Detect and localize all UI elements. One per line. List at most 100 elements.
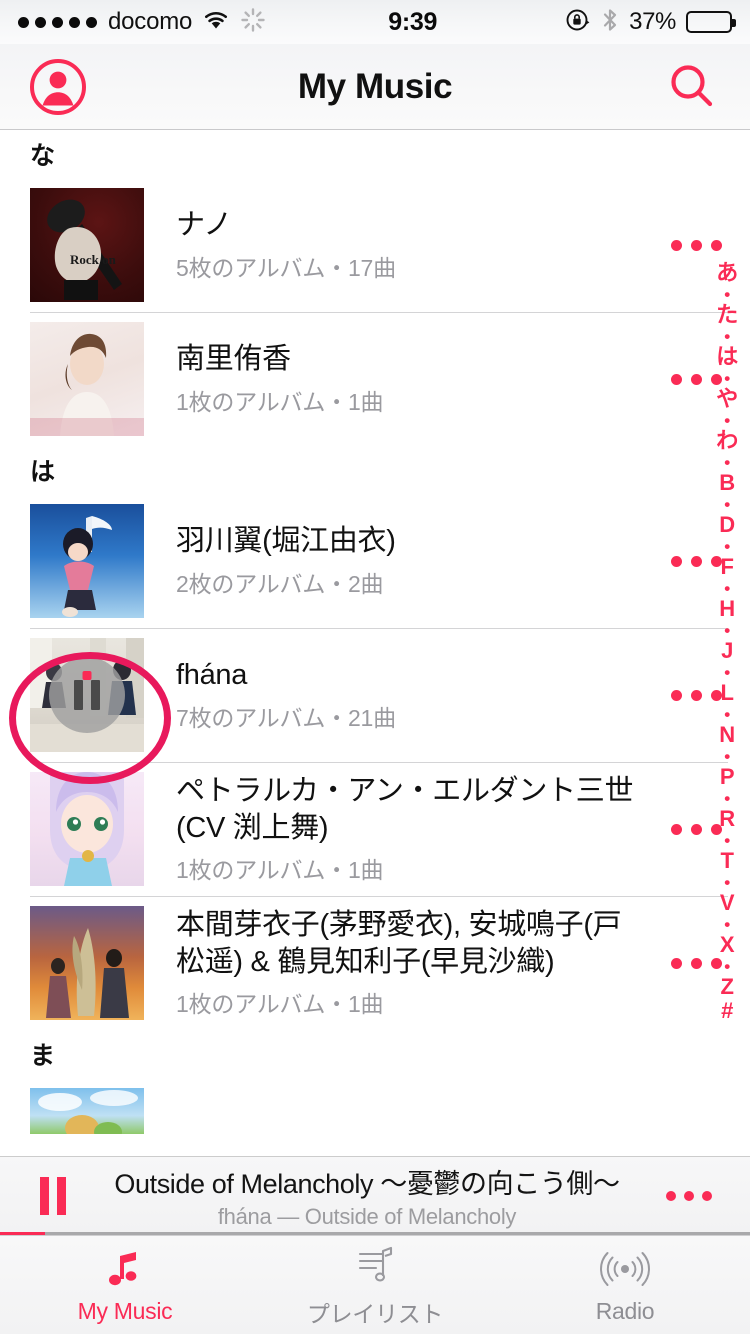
tab-label: My Music	[77, 1298, 173, 1324]
bluetooth-icon	[601, 7, 619, 38]
index-entry[interactable]: •	[724, 790, 730, 807]
section-header-ma: ま	[30, 1042, 56, 1070]
tab-my-music[interactable]: My Music	[0, 1236, 250, 1334]
index-entry[interactable]: •	[724, 874, 730, 891]
index-entry[interactable]: D	[719, 514, 735, 536]
list-item[interactable]: 本間芽衣子(茅野愛衣), 安城鳴子(戸松遥) & 鶴見知利子(早見沙織) 1枚の…	[0, 896, 750, 1030]
navigation-bar: My Music	[0, 44, 750, 130]
radio-broadcast-icon	[599, 1245, 651, 1291]
index-entry[interactable]: た	[716, 304, 738, 326]
rotation-lock-icon	[565, 7, 591, 38]
artist-name: ナノ	[176, 209, 232, 242]
artist-detail: 7枚のアルバム・21曲	[176, 704, 396, 731]
index-entry[interactable]: •	[724, 328, 730, 345]
index-entry[interactable]: •	[724, 454, 730, 471]
section-header-na: な	[30, 142, 56, 170]
index-entry[interactable]: L	[721, 682, 734, 704]
now-playing-title: Outside of Melancholy 〜憂鬱の向こう側〜	[114, 1169, 620, 1199]
index-entry[interactable]: F	[721, 556, 734, 578]
index-entry[interactable]: •	[724, 916, 730, 933]
list-item-now-playing[interactable]: fhána 7枚のアルバム・21曲	[0, 628, 750, 762]
tab-bar: My Music プレイリスト Radio	[0, 1235, 750, 1334]
index-entry[interactable]: H	[719, 598, 735, 620]
album-artwork	[30, 638, 144, 752]
index-entry[interactable]: J	[721, 640, 733, 662]
status-bar-clock: 9:39	[388, 7, 438, 36]
artist-name: 本間芽衣子(茅野愛衣), 安城鳴子(戸松遥) & 鶴見知利子(早見沙織)	[176, 909, 622, 978]
signal-strength-icon	[18, 16, 97, 28]
index-entry[interactable]: N	[719, 724, 735, 746]
index-entry[interactable]: は	[716, 346, 738, 368]
index-entry[interactable]: あ	[716, 262, 738, 284]
list-item-text: fhána 7枚のアルバム・21曲	[144, 657, 658, 732]
index-entry[interactable]: •	[724, 748, 730, 765]
pause-icon[interactable]	[26, 1177, 80, 1215]
playback-progress-bar[interactable]	[0, 1232, 750, 1235]
artist-detail: 2枚のアルバム・2曲	[176, 570, 384, 597]
list-item[interactable]	[0, 1078, 750, 1134]
tab-playlist[interactable]: プレイリスト	[250, 1236, 500, 1334]
search-icon[interactable]	[660, 55, 724, 119]
battery-percent-label: 37%	[629, 8, 676, 35]
index-entry[interactable]: •	[724, 622, 730, 639]
list-item[interactable]: ペトラルカ・アン・エルダント三世 (CV 渕上舞) 1枚のアルバム・1曲	[0, 762, 750, 896]
list-item[interactable]: 羽川翼(堀江由衣) 2枚のアルバム・2曲	[0, 494, 750, 628]
svg-text:Rock on: Rock on	[70, 252, 117, 267]
index-entry[interactable]: •	[724, 496, 730, 513]
index-entry[interactable]: •	[724, 832, 730, 849]
index-entry[interactable]: •	[724, 664, 730, 681]
list-item-text: 南里侑香 1枚のアルバム・1曲	[144, 341, 658, 416]
now-playing-pause-icon[interactable]	[49, 657, 125, 733]
profile-avatar-icon[interactable]	[26, 55, 90, 119]
index-entry[interactable]: X	[720, 934, 735, 956]
index-entry[interactable]: P	[720, 766, 735, 788]
index-entry[interactable]: わ	[716, 430, 738, 452]
status-bar: docomo 9:39 37%	[0, 0, 750, 44]
artist-name: ペトラルカ・アン・エルダント三世 (CV 渕上舞)	[176, 775, 634, 844]
index-entry[interactable]: •	[724, 538, 730, 555]
artist-name: 羽川翼(堀江由衣)	[176, 525, 396, 558]
artist-detail: 1枚のアルバム・1曲	[176, 388, 384, 415]
album-artwork	[30, 322, 144, 436]
list-item[interactable]: Rock on ナノ 5枚のアルバム・17曲	[0, 178, 750, 312]
artist-detail: 5枚のアルバム・17曲	[176, 254, 396, 281]
album-artwork	[30, 772, 144, 886]
section-header-ha: は	[30, 458, 56, 486]
index-entry[interactable]: #	[721, 999, 733, 1022]
now-playing-subtitle: fhána — Outside of Melancholy	[217, 1204, 517, 1229]
artist-list[interactable]: な Rock on ナノ 5枚のアルバム・17曲 南里侑香 1枚のアルバム・1曲…	[0, 130, 750, 1155]
index-entry[interactable]: Z	[721, 976, 734, 998]
index-entry[interactable]: や	[716, 388, 738, 410]
list-item[interactable]: 南里侑香 1枚のアルバム・1曲	[0, 312, 750, 446]
album-artwork	[30, 504, 144, 618]
album-artwork: Rock on	[30, 188, 144, 302]
index-entry[interactable]: •	[724, 706, 730, 723]
artist-name: fhána	[176, 659, 248, 692]
list-item-text: 本間芽衣子(茅野愛衣), 安城鳴子(戸松遥) & 鶴見知利子(早見沙織) 1枚の…	[144, 907, 658, 1019]
tab-radio[interactable]: Radio	[500, 1236, 750, 1334]
index-entry[interactable]: R	[719, 808, 735, 830]
index-entry[interactable]: •	[724, 580, 730, 597]
index-entry[interactable]: B	[719, 472, 735, 494]
index-entry[interactable]: •	[724, 370, 730, 387]
index-entry[interactable]: •	[724, 958, 730, 975]
mini-player[interactable]: Outside of Melancholy 〜憂鬱の向こう側〜 fhána — …	[0, 1156, 750, 1235]
tab-label: プレイリスト	[306, 1300, 444, 1327]
index-entry[interactable]: T	[721, 850, 734, 872]
tab-label: Radio	[595, 1298, 655, 1324]
more-options-ellipsis-icon[interactable]	[654, 1191, 724, 1201]
list-item-text: 羽川翼(堀江由衣) 2枚のアルバム・2曲	[144, 523, 658, 598]
more-options-ellipsis-icon[interactable]	[658, 239, 734, 251]
alphabet-index-strip[interactable]: あ • た • は • や • わ • B • D • F • H • J • L • N • P • R • T • V • X • Z #	[704, 262, 750, 1022]
playlist-icon	[352, 1242, 398, 1288]
index-entry[interactable]: V	[720, 892, 735, 914]
status-bar-left: docomo	[18, 7, 266, 38]
index-entry[interactable]: •	[724, 286, 730, 303]
index-entry[interactable]: •	[724, 412, 730, 429]
carrier-label: docomo	[108, 8, 193, 35]
album-artwork	[30, 906, 144, 1020]
mini-player-text: Outside of Melancholy 〜憂鬱の向こう側〜 fhána — …	[80, 1162, 654, 1230]
artist-name: 南里侑香	[176, 343, 291, 376]
artist-detail: 1枚のアルバム・1曲	[176, 856, 384, 883]
now-playing-indicator-dot	[82, 671, 92, 680]
